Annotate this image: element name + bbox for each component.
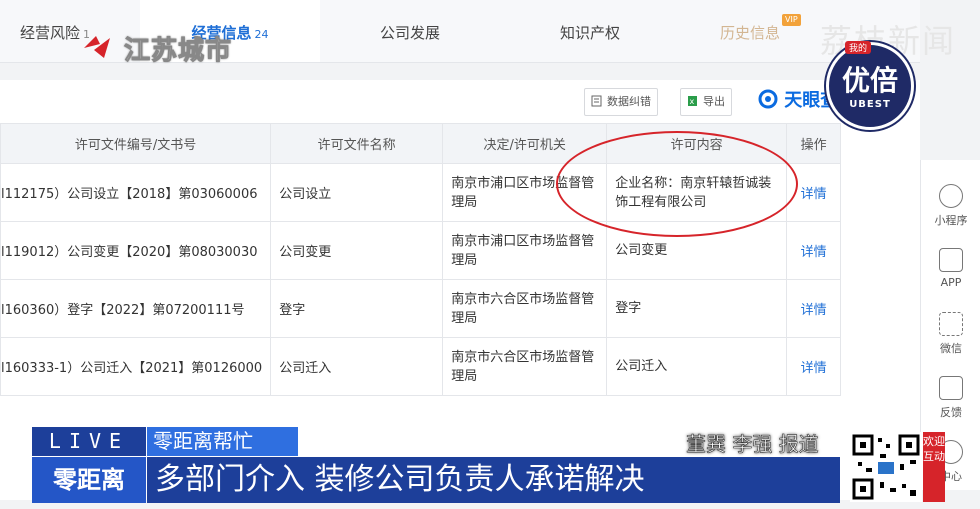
sidebar-item-mini-program[interactable]: 小程序 bbox=[921, 184, 980, 228]
svg-text:x: x bbox=[690, 97, 695, 106]
tab-count: 24 bbox=[254, 28, 269, 41]
news-headline: 多部门介入 装修公司负责人承诺解决 bbox=[147, 457, 840, 503]
license-name-cell: 公司变更 bbox=[270, 221, 444, 280]
qrcode-icon bbox=[852, 434, 920, 500]
details-link[interactable]: 详情 bbox=[786, 337, 842, 396]
data-correction-button[interactable]: 数据纠错 bbox=[584, 88, 658, 116]
tab-history-info[interactable]: 历史信息 bbox=[690, 0, 810, 62]
license-name-cell: 登字 bbox=[270, 279, 444, 338]
column-header: 许可文件编号/文书号 bbox=[0, 123, 272, 164]
qr-code bbox=[850, 432, 922, 502]
authority-cell: 南京市六合区市场监督管理局 bbox=[442, 279, 608, 338]
tab-label: 历史信息 bbox=[719, 24, 780, 42]
table-row: l160360）登字【2022】第07200111号 登字 南京市六合区市场监督… bbox=[0, 279, 842, 338]
channel-logo-text: 江苏城市 bbox=[123, 36, 233, 67]
red-annotation-circle bbox=[556, 131, 798, 237]
program-brand: 零距离 bbox=[32, 457, 146, 503]
vip-badge: VIP bbox=[782, 14, 801, 26]
reporter-credit: 董巽 李强 报道 bbox=[686, 432, 819, 457]
ubest-english-text: UBEST bbox=[849, 99, 891, 110]
channel-logo-mark-icon bbox=[84, 36, 110, 58]
authority-cell: 南京市六合区市场监督管理局 bbox=[442, 337, 608, 396]
report-icon bbox=[591, 95, 602, 107]
column-header: 操作 bbox=[786, 123, 842, 164]
sidebar-item-label: APP bbox=[940, 276, 962, 289]
ubest-chinese-text: 优倍 bbox=[841, 64, 898, 97]
sidebar-item-wechat[interactable]: 微信 bbox=[921, 312, 980, 356]
tab-label: 经营风险 bbox=[19, 24, 80, 42]
tab-company-development[interactable]: 公司发展 bbox=[330, 0, 490, 62]
sidebar-item-label: 微信 bbox=[940, 342, 962, 355]
license-content-cell: 公司迁入 bbox=[606, 337, 788, 396]
mini-program-icon bbox=[939, 184, 963, 208]
phone-icon bbox=[939, 248, 963, 272]
column-header: 许可文件名称 bbox=[270, 123, 444, 164]
sidebar-item-app[interactable]: APP bbox=[921, 248, 980, 289]
tianyancha-logo-icon bbox=[758, 89, 778, 109]
license-number-cell: l160333-1）公司迁入【2021】第0126000 bbox=[0, 337, 272, 396]
export-icon: x bbox=[688, 96, 697, 106]
qr-label: 欢迎互动 bbox=[923, 432, 945, 502]
tab-label: 公司发展 bbox=[379, 24, 440, 42]
export-button[interactable]: x 导出 bbox=[680, 88, 732, 116]
details-link[interactable]: 详情 bbox=[786, 221, 842, 280]
license-number-cell: l160360）登字【2022】第07200111号 bbox=[0, 279, 272, 338]
data-correction-label: 数据纠错 bbox=[607, 95, 651, 108]
ubest-logo: 我的 优倍 UBEST bbox=[826, 41, 914, 130]
export-label: 导出 bbox=[703, 95, 725, 108]
sidebar-item-label: 小程序 bbox=[934, 214, 968, 227]
feedback-edit-icon bbox=[939, 376, 963, 400]
license-content-cell: 登字 bbox=[606, 279, 788, 338]
table-row: l160333-1）公司迁入【2021】第0126000 公司迁入 南京市六合区… bbox=[0, 337, 842, 396]
live-badge: LIVE bbox=[32, 427, 146, 456]
tab-intellectual-property[interactable]: 知识产权 bbox=[510, 0, 670, 62]
license-name-cell: 公司迁入 bbox=[270, 337, 444, 396]
authority-cell: 南京市浦口区市场监督管理局 bbox=[442, 221, 608, 280]
tab-label: 知识产权 bbox=[559, 24, 620, 42]
license-number-cell: l119012）公司变更【2020】第08030030 bbox=[0, 221, 272, 280]
details-link[interactable]: 详情 bbox=[786, 279, 842, 338]
license-name-cell: 公司设立 bbox=[270, 163, 444, 222]
license-number-cell: l112175）公司设立【2018】第03060006 bbox=[0, 163, 272, 222]
ubest-tag: 我的 bbox=[845, 41, 872, 54]
sidebar-item-label: 反馈 bbox=[940, 406, 962, 419]
qrcode-icon bbox=[939, 312, 963, 336]
program-name: 零距离帮忙 bbox=[147, 427, 298, 456]
sidebar-item-feedback[interactable]: 反馈 bbox=[921, 376, 980, 420]
